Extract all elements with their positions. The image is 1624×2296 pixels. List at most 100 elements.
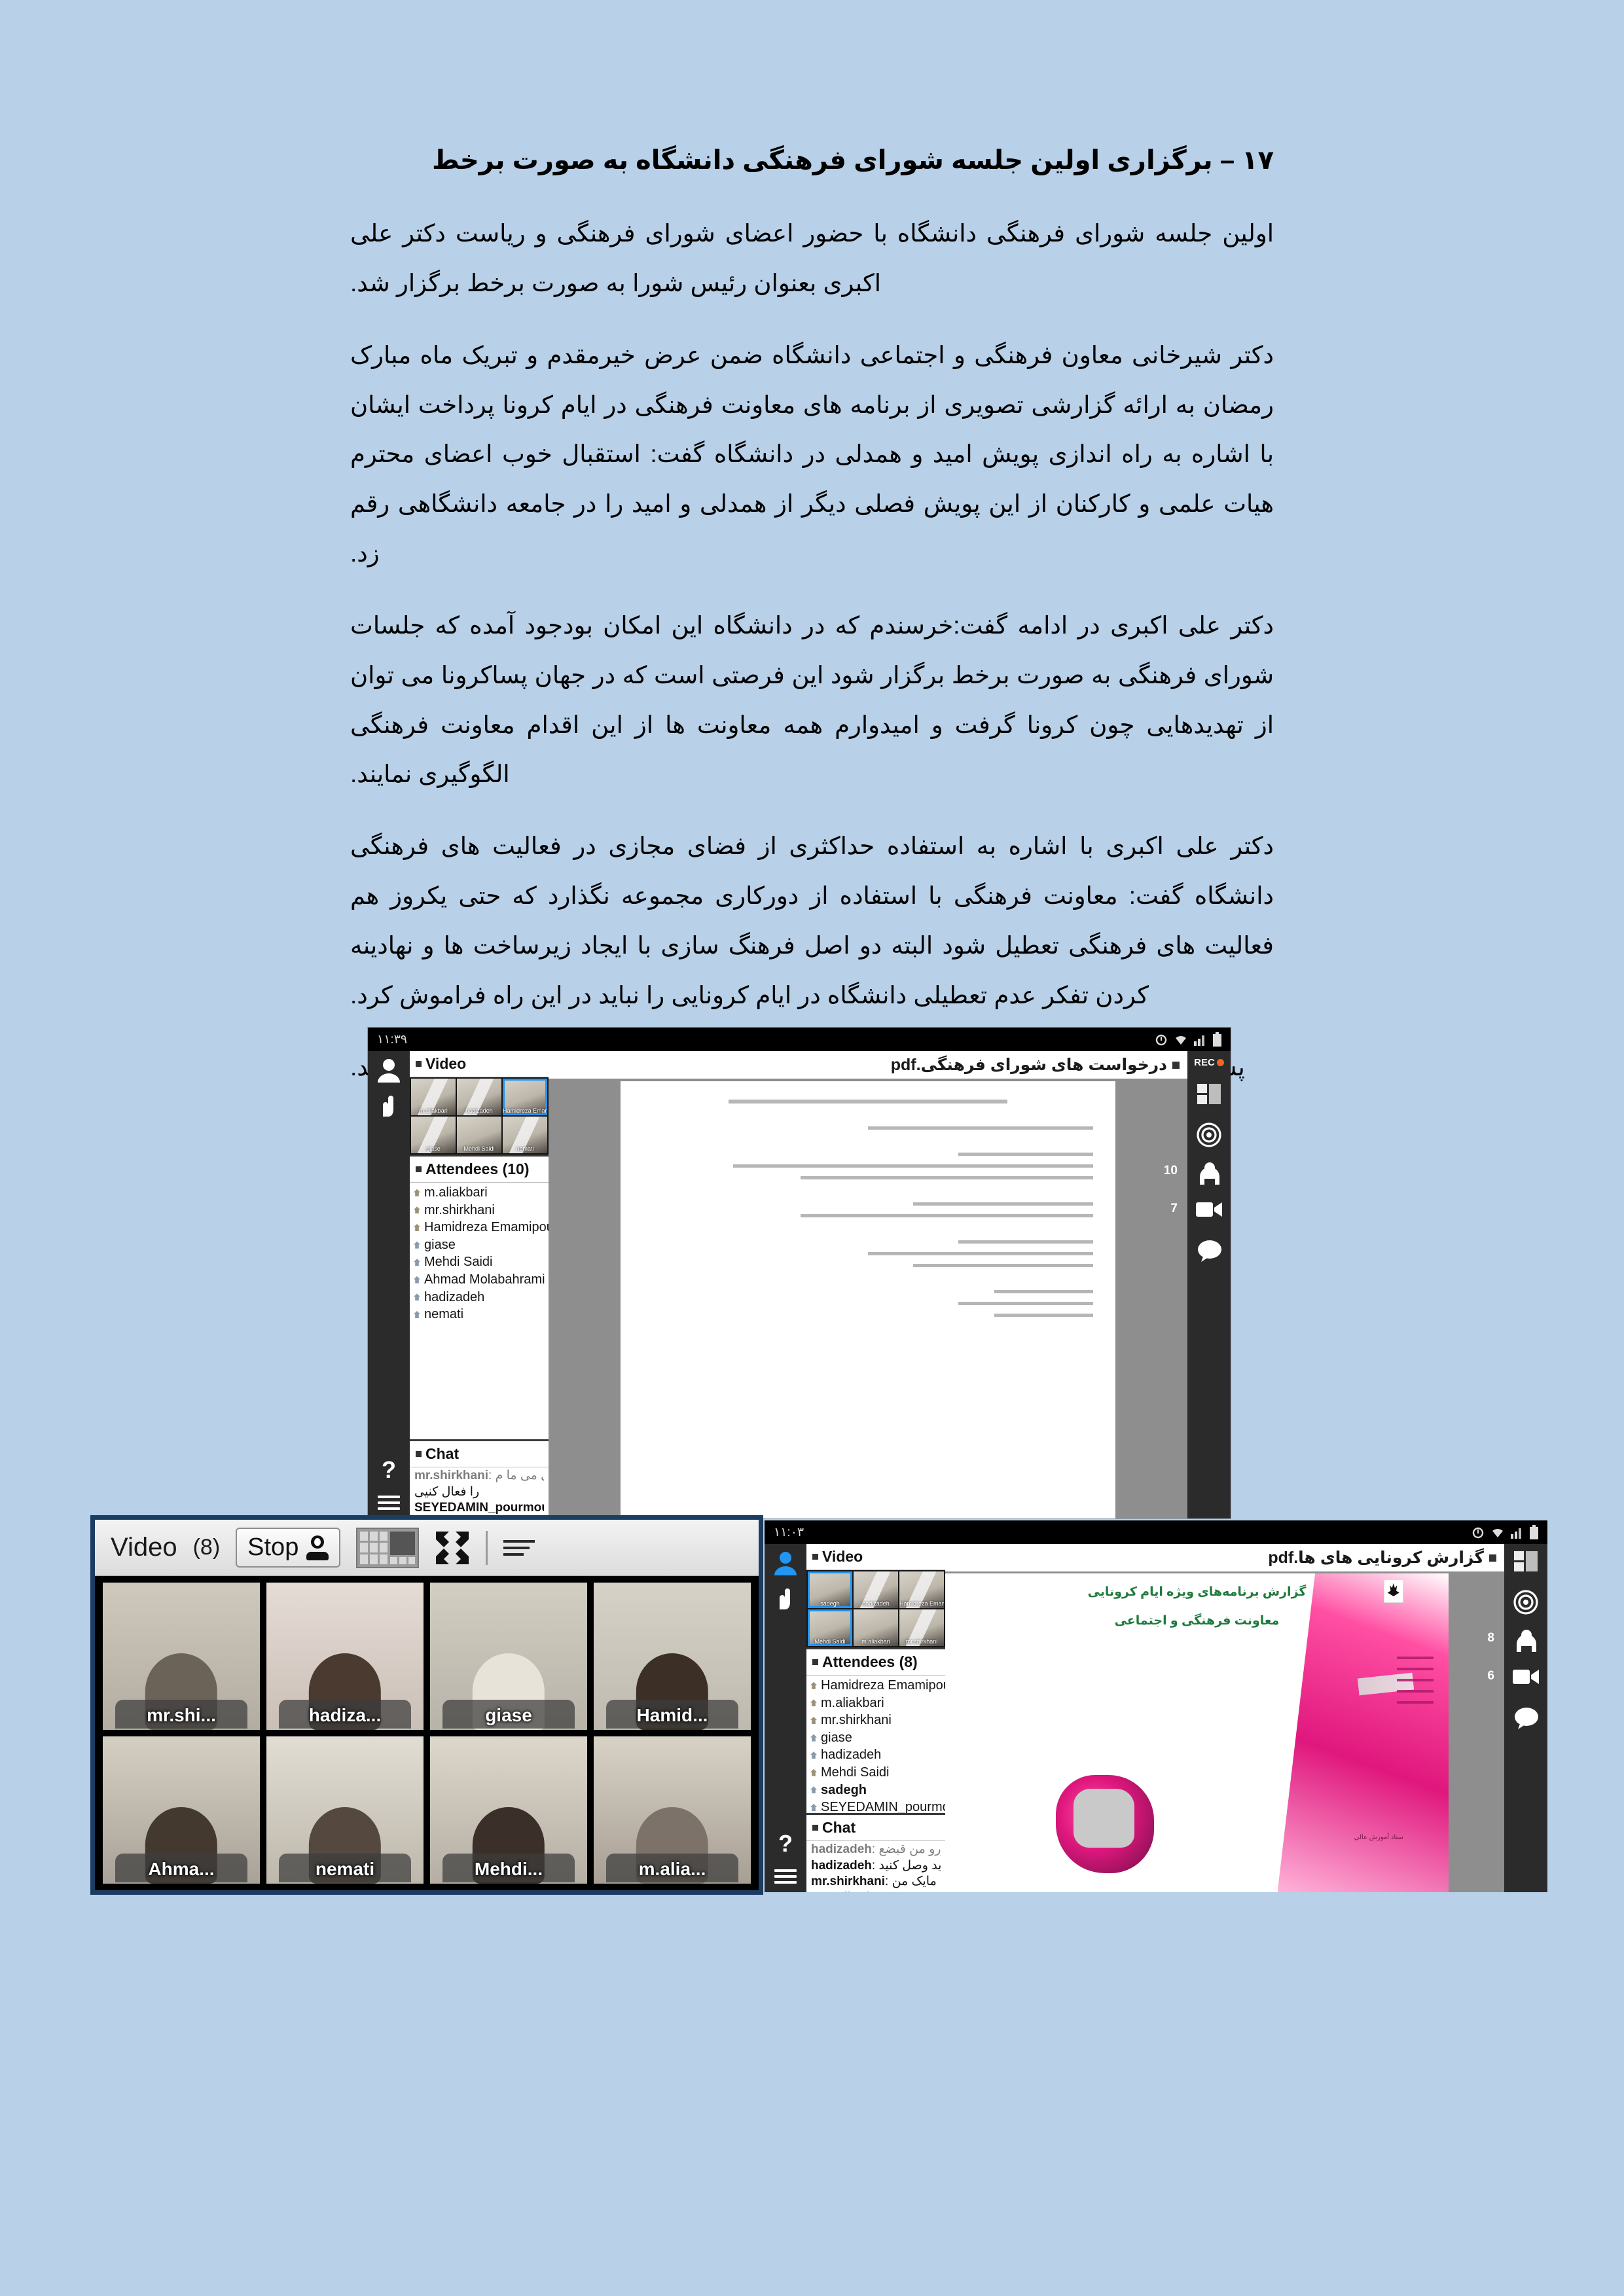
chat-panel: Chat mr.shirkhani: سلام مایی می ما م را … [410, 1439, 549, 1518]
list-item[interactable]: mr.shirkhani [810, 1712, 941, 1729]
video-tile[interactable]: giase [430, 1583, 587, 1730]
video-thumbnail[interactable]: Hamidreza Emamipour [899, 1571, 944, 1608]
list-item[interactable]: Hamidreza Emamipour [810, 1677, 945, 1695]
person-icon [810, 1751, 817, 1759]
list-item[interactable]: hadizadeh [414, 1289, 545, 1306]
video-thumbnail[interactable]: m.aliakbari [411, 1079, 456, 1115]
attendee-name: giase [424, 1237, 456, 1252]
chat-message: hadizadeh: شما باید وصل کنید [811, 1858, 941, 1874]
list-item[interactable]: Mehdi Saidi [810, 1764, 941, 1782]
chat-panel-header[interactable]: Chat [410, 1441, 549, 1467]
tile-name: mr.shi... [147, 1705, 216, 1725]
panel-collapse-icon[interactable] [416, 1061, 422, 1067]
right-toolbar-bottom: ? [378, 1458, 400, 1513]
chat-text: را فعال کنیی [414, 1484, 480, 1499]
thumbnail-name: m.aliakbari [419, 1107, 448, 1114]
video-panel-header[interactable]: Video [410, 1051, 549, 1077]
list-item[interactable]: giase [810, 1729, 941, 1747]
pdf-text-line [912, 1202, 1093, 1206]
video-thumbnail[interactable]: Hamidreza Emamipour [503, 1079, 547, 1115]
video-thumbnail[interactable]: Mehdi Saidi [808, 1609, 852, 1646]
video-thumbnail[interactable]: mr.shirkhani [899, 1609, 944, 1646]
video-thumbnail[interactable]: m.aliakbari [854, 1609, 898, 1646]
chat-icon[interactable] [1513, 1707, 1539, 1732]
video-tile[interactable]: nemati [266, 1736, 424, 1884]
chat-text: میبزرو من قبضع [878, 1842, 941, 1856]
video-count-badge: 7 [1170, 1202, 1178, 1215]
list-item[interactable]: sadegh [810, 1782, 941, 1799]
video-options-menu-icon[interactable] [503, 1536, 535, 1560]
pdf-tab[interactable]: درخواست های شورای فرهنگی.pdf [549, 1051, 1187, 1079]
video-icon[interactable]: 7 [1170, 1200, 1222, 1225]
chat-text: سلام مایی می ما م [495, 1469, 544, 1482]
help-icon[interactable]: ? [778, 1832, 793, 1856]
pdf-tab[interactable]: گزارش کرونایی های ها.pdf [945, 1544, 1504, 1571]
camera-status-icon[interactable] [375, 1056, 403, 1084]
pdf-spacer [643, 1112, 1093, 1126]
chat-panel: Chat hadizadeh: میبزرو من قبضع hadizadeh… [806, 1813, 945, 1892]
attendees-panel-header[interactable]: Attendees (10) [410, 1157, 549, 1183]
person-icon [810, 1803, 817, 1811]
menu-icon[interactable] [378, 1492, 400, 1513]
list-item[interactable]: m.aliakbari [414, 1184, 545, 1202]
share-screen-icon[interactable] [1513, 1589, 1539, 1615]
status-icons [1155, 1032, 1221, 1047]
attendees-panel-header[interactable]: Attendees (8) [806, 1649, 945, 1676]
chat-panel-header[interactable]: Chat [806, 1815, 945, 1841]
list-item[interactable]: Hamidreza Emamipour [414, 1219, 549, 1236]
menu-icon[interactable] [774, 1866, 797, 1887]
video-icon[interactable]: 6 [1487, 1668, 1539, 1693]
right-toolbar: ? [765, 1544, 806, 1892]
video-thumbnail[interactable]: nemati [503, 1117, 547, 1153]
video-tile[interactable]: m.alia... [594, 1736, 751, 1884]
panel-collapse-icon[interactable] [812, 1659, 818, 1665]
panel-collapse-icon[interactable] [416, 1166, 422, 1172]
video-tile[interactable]: hadiza... [266, 1583, 424, 1730]
camera-status-icon[interactable] [772, 1549, 799, 1577]
layout-grid-icon[interactable] [356, 1527, 420, 1568]
pdf-tab-marker-icon [1489, 1554, 1496, 1562]
list-item[interactable]: nemati [414, 1306, 545, 1323]
right-panel-column: Video Hamidreza Emamipour hadizadeh sade… [806, 1544, 945, 1892]
video-tile[interactable]: Mehdi... [430, 1736, 587, 1884]
video-tile[interactable]: Ahma... [103, 1736, 260, 1884]
video-tile[interactable]: mr.shi... [103, 1583, 260, 1730]
raise-hand-icon[interactable] [773, 1587, 798, 1612]
screenshot-pdf-share: ۱۱:۳۹ REC 10 7 درخواست های شورای فرهنگی.… [368, 1028, 1231, 1518]
panel-collapse-icon[interactable] [812, 1554, 818, 1560]
help-icon[interactable]: ? [382, 1458, 396, 1482]
paragraph-3: دکتر علی اکبری در ادامه گفت:خرسندم که در… [350, 611, 1274, 788]
attendees-icon[interactable]: 8 [1487, 1628, 1539, 1653]
chat-icon[interactable] [1196, 1240, 1222, 1265]
video-panel-header[interactable]: Video [806, 1544, 945, 1570]
list-item[interactable]: Mehdi Saidi [414, 1253, 545, 1271]
stop-video-button[interactable]: Stop [236, 1528, 341, 1568]
video-thumbnail[interactable]: hadizadeh [854, 1571, 898, 1608]
share-screen-icon[interactable] [1196, 1122, 1222, 1147]
video-thumbnail[interactable]: hadizadeh [457, 1079, 501, 1115]
panel-collapse-icon[interactable] [416, 1451, 422, 1457]
attendees-icon[interactable]: 10 [1164, 1161, 1222, 1186]
right-panel-column: Video Hamidreza Emamipour hadizadeh m.al… [410, 1051, 549, 1518]
grid-main [390, 1531, 416, 1564]
layout-icon[interactable] [1196, 1083, 1222, 1107]
attendees-list: m.aliakbari mr.shirkhani Hamidreza Emami… [410, 1183, 549, 1326]
list-item[interactable]: m.aliakbari [810, 1695, 941, 1712]
attendee-name: mr.shirkhani [424, 1202, 495, 1217]
list-item[interactable]: mr.shirkhani [414, 1202, 545, 1219]
video-tile[interactable]: Hamid... [594, 1583, 751, 1730]
layout-icon[interactable] [1513, 1550, 1539, 1575]
list-item[interactable]: giase [414, 1236, 545, 1254]
video-thumbnail[interactable]: Mehdi Saidi [457, 1117, 501, 1153]
meeting-content: درخواست های شورای فرهنگی.pdf Video Hamid… [368, 1051, 1187, 1518]
video-thumbnail[interactable]: giase [411, 1117, 456, 1153]
fullscreen-icon[interactable] [435, 1530, 470, 1566]
android-status-bar: ۱۱:۰۳ [765, 1520, 1547, 1544]
list-item[interactable]: SEYEDAMIN_pourmousavi [810, 1799, 945, 1813]
list-item[interactable]: Ahmad Molabahrami [414, 1271, 545, 1289]
panel-collapse-icon[interactable] [812, 1825, 818, 1831]
raise-hand-icon[interactable] [376, 1094, 401, 1119]
tile-name: nemati [315, 1859, 375, 1879]
video-thumbnail[interactable]: sadegh [808, 1571, 852, 1608]
list-item[interactable]: hadizadeh [810, 1746, 941, 1764]
